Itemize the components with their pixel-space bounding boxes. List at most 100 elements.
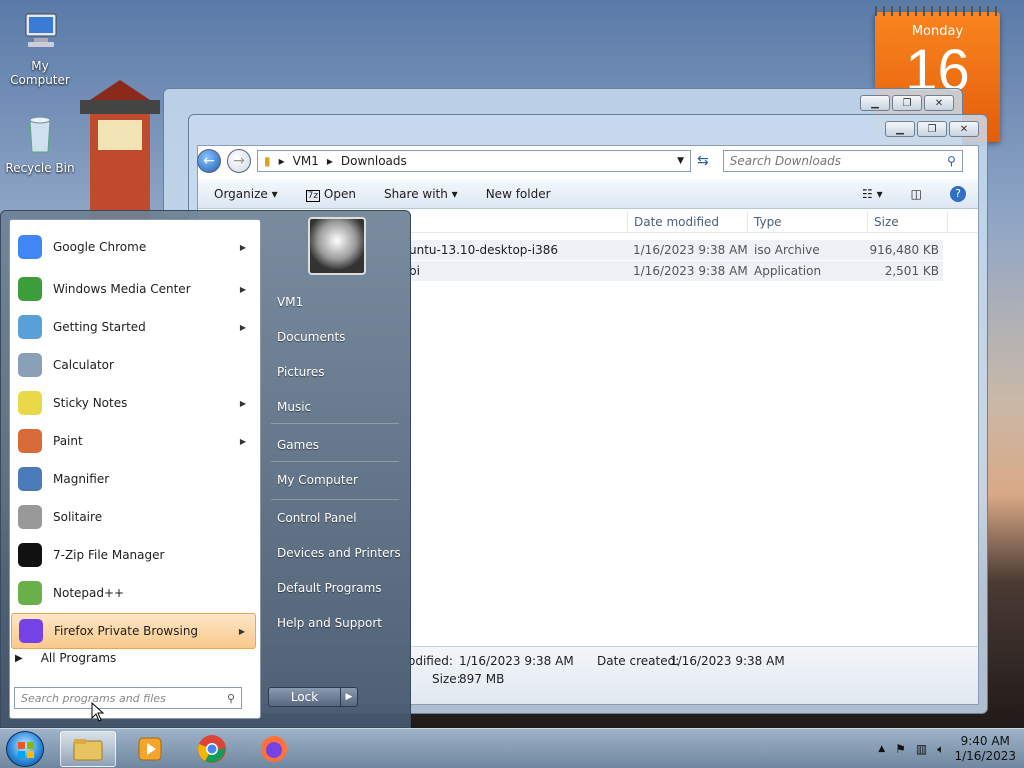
submenu-arrow-icon[interactable]: ▶ — [240, 243, 246, 252]
view-options-icon[interactable]: ☷ ▾ — [862, 187, 883, 201]
start-menu-link[interactable]: Music — [277, 400, 311, 414]
start-menu-link[interactable]: VM1 — [277, 295, 303, 309]
magnifier-icon — [13, 462, 47, 496]
type-column[interactable]: Type — [748, 211, 868, 232]
minimize-button[interactable]: ▁ — [885, 121, 915, 137]
search-input[interactable]: Search Downloads ⚲ — [722, 150, 963, 172]
refresh-icon[interactable]: ⇆ — [697, 153, 709, 169]
lock-label: Lock — [269, 688, 341, 706]
start-menu-item[interactable]: Firefox Private Browsing ▶ — [11, 613, 256, 649]
getting-started-icon — [13, 310, 47, 344]
calendar-day: Monday — [911, 24, 964, 39]
start-menu-item[interactable]: Notepad++ — [11, 575, 256, 611]
command-bar: Organize ▾ 7z Open Share with ▾ New fold… — [198, 179, 978, 209]
start-menu-item[interactable]: Getting Started ▶ — [11, 309, 256, 345]
chrome-icon — [198, 735, 226, 763]
start-menu-link[interactable]: Devices and Printers — [277, 546, 401, 560]
start-button[interactable] — [6, 731, 44, 767]
submenu-arrow-icon[interactable]: ▶ — [240, 285, 246, 294]
shutdown-options-arrow-icon[interactable]: ▶ — [341, 688, 357, 706]
all-programs-button[interactable]: ▶ All Programs — [15, 651, 116, 665]
chevron-down-icon[interactable]: ▼ — [677, 156, 684, 166]
start-menu-item[interactable]: Paint ▶ — [11, 423, 256, 459]
file-name: untu-13.10-desktop-i386 — [409, 243, 558, 257]
submenu-arrow-icon[interactable]: ▶ — [240, 323, 246, 332]
preview-pane-icon[interactable]: ◫ — [911, 187, 922, 201]
close-button[interactable]: ✕ — [949, 121, 979, 137]
clock[interactable]: 9:40 AM 1/16/2023 — [954, 734, 1016, 764]
lock-button[interactable]: Lock ▶ — [268, 687, 358, 707]
start-menu-item[interactable]: Solitaire — [11, 499, 256, 535]
new-folder-button[interactable]: New folder — [486, 187, 551, 201]
volume-icon[interactable]: 🔈︎ — [937, 742, 944, 757]
start-menu-item[interactable]: Calculator — [11, 347, 256, 383]
back-button[interactable]: ← — [197, 149, 221, 173]
breadcrumb-downloads[interactable]: Downloads — [341, 154, 407, 168]
all-programs-label: All Programs — [40, 651, 117, 665]
maximize-button[interactable]: ❐ — [917, 121, 947, 137]
7zip-icon: 7z — [305, 189, 321, 202]
start-menu-link[interactable]: Default Programs — [277, 581, 382, 595]
breadcrumb-separator-icon: ▸ — [278, 154, 285, 168]
start-menu-link[interactable]: My Computer — [277, 473, 358, 487]
search-icon: ⚲ — [226, 691, 235, 705]
start-menu-item[interactable]: Sticky Notes ▶ — [11, 385, 256, 421]
forward-button[interactable]: → — [227, 149, 251, 173]
start-menu-item-label: Windows Media Center — [53, 282, 191, 296]
calculator-icon — [13, 348, 47, 382]
submenu-arrow-icon[interactable]: ▶ — [239, 627, 245, 636]
start-menu-separator — [271, 461, 399, 462]
start-menu-link[interactable]: Pictures — [277, 365, 325, 379]
taskbar-explorer[interactable] — [60, 731, 116, 767]
maximize-button[interactable]: ❐ — [892, 95, 922, 111]
clock-time: 9:40 AM — [960, 734, 1010, 748]
network-icon[interactable]: ▥ — [916, 742, 927, 756]
start-menu-item[interactable]: Windows Media Center ▶ — [11, 271, 256, 307]
date-modified-column[interactable]: Date modified — [628, 211, 748, 232]
submenu-arrow-icon[interactable]: ▶ — [240, 437, 246, 446]
7zip-icon — [13, 538, 47, 572]
breadcrumb-vm1[interactable]: VM1 — [293, 154, 319, 168]
start-menu-link[interactable]: Documents — [277, 330, 345, 344]
taskbar-chrome[interactable] — [184, 731, 240, 767]
folder-icon: ▮ — [264, 154, 271, 168]
desktop-icon-my-computer[interactable]: My Computer — [0, 10, 80, 87]
file-date: 1/16/2023 9:38 AM — [633, 243, 748, 257]
start-menu-separator — [271, 499, 399, 500]
search-placeholder: Search Downloads — [729, 154, 841, 168]
user-picture[interactable] — [308, 217, 366, 275]
file-row-app[interactable]: bi 1/16/2023 9:38 AM Application 2,501 K… — [409, 261, 943, 281]
chrome-icon — [13, 230, 47, 264]
taskbar-media-player[interactable] — [122, 731, 178, 767]
open-button[interactable]: 7z Open — [305, 187, 356, 202]
help-icon[interactable]: ? — [950, 185, 966, 202]
created-label: Date created: — [597, 654, 680, 668]
size-column[interactable]: Size — [868, 211, 948, 232]
taskbar-firefox[interactable] — [246, 731, 302, 767]
start-menu-item-label: Paint — [53, 434, 83, 448]
start-menu-item-label: Notepad++ — [53, 586, 125, 600]
recycle-bin-icon — [29, 116, 51, 153]
wallpaper-lighthouse — [80, 80, 160, 220]
start-menu-link[interactable]: Help and Support — [277, 616, 382, 630]
organize-button[interactable]: Organize ▾ — [214, 187, 278, 201]
address-bar[interactable]: ▮ ▸ VM1 ▸ Downloads ▼ — [257, 150, 691, 172]
start-menu-item[interactable]: Google Chrome ▶ — [11, 229, 256, 265]
notepadpp-icon — [13, 576, 47, 610]
start-menu-link[interactable]: Games — [277, 438, 319, 452]
taskbar: ▲ ⚑ ▥ 🔈︎ 9:40 AM 1/16/2023 — [0, 728, 1024, 768]
start-menu-item[interactable]: 7-Zip File Manager — [11, 537, 256, 573]
file-row-ubuntu[interactable]: untu-13.10-desktop-i386 1/16/2023 9:38 A… — [409, 240, 943, 260]
close-button[interactable]: ✕ — [924, 95, 954, 111]
start-search-input[interactable]: Search programs and files ⚲ — [14, 687, 242, 709]
start-menu-link[interactable]: Control Panel — [277, 511, 357, 525]
minimize-button[interactable]: ▁ — [860, 95, 890, 111]
start-menu-item[interactable]: Magnifier — [11, 461, 256, 497]
action-center-icon[interactable]: ⚑ — [895, 742, 906, 756]
show-hidden-icons-icon[interactable]: ▲ — [878, 744, 885, 754]
submenu-arrow-icon[interactable]: ▶ — [240, 399, 246, 408]
mouse-cursor-icon — [91, 702, 105, 722]
start-menu-item-label: Solitaire — [53, 510, 103, 524]
share-with-button[interactable]: Share with ▾ — [384, 187, 458, 201]
start-menu-item-label: 7-Zip File Manager — [53, 548, 165, 562]
